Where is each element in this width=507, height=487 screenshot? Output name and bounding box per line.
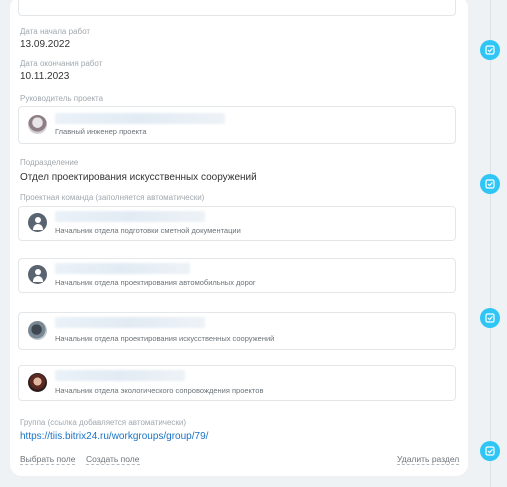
team-member-role: Начальник отдела проектирования автомоби… (55, 278, 256, 287)
select-field-button[interactable]: Выбрать поле (20, 454, 76, 465)
end-date-value: 10.11.2023 (20, 71, 70, 82)
team-label: Проектная команда (заполняется автоматич… (20, 193, 205, 202)
team-member[interactable]: Начальник отдела проектирования автомоби… (18, 258, 456, 293)
project-lead-label: Руководитель проекта (20, 94, 104, 103)
avatar (28, 321, 47, 340)
project-details-card: Дата начала работ 13.09.2022 Дата оконча… (10, 0, 468, 476)
project-lead-box[interactable]: Главный инженер проекта (18, 106, 456, 144)
team-member[interactable]: Начальник отдела экологического сопровож… (18, 365, 456, 401)
task-check-icon[interactable] (480, 40, 500, 60)
start-date-value: 13.09.2022 (20, 39, 71, 50)
redacted-name (55, 113, 225, 124)
end-date-label: Дата окончания работ (20, 59, 103, 68)
redacted-name (55, 263, 190, 274)
user-icon (28, 213, 47, 232)
redacted-name (55, 211, 205, 222)
team-member[interactable]: Начальник отдела проектирования искусств… (18, 312, 456, 350)
redacted-name (55, 370, 185, 381)
start-date-label: Дата начала работ (20, 27, 91, 36)
team-member-role: Начальник отдела подготовки сметной доку… (55, 226, 241, 235)
group-link[interactable]: https://tiis.bitrix24.ru/workgroups/grou… (20, 431, 208, 442)
avatar (28, 373, 47, 392)
project-lead-role: Главный инженер проекта (55, 127, 147, 136)
department-value: Отдел проектирования искусственных соору… (20, 172, 257, 183)
group-label: Группа (ссылка добавляется автоматически… (20, 418, 187, 427)
redacted-name (55, 317, 205, 328)
create-field-button[interactable]: Создать поле (86, 454, 140, 465)
team-member-role: Начальник отдела проектирования искусств… (55, 334, 275, 343)
avatar (28, 115, 47, 134)
task-check-icon[interactable] (480, 174, 500, 194)
team-member-role: Начальник отдела экологического сопровож… (55, 386, 264, 395)
timeline-line (490, 0, 491, 487)
task-check-icon[interactable] (480, 441, 500, 461)
previous-field-box (18, 0, 456, 16)
task-check-icon[interactable] (480, 308, 500, 328)
delete-section-button[interactable]: Удалить раздел (397, 454, 460, 465)
user-icon (28, 265, 47, 284)
department-label: Подразделение (20, 158, 79, 167)
team-member[interactable]: Начальник отдела подготовки сметной доку… (18, 206, 456, 241)
